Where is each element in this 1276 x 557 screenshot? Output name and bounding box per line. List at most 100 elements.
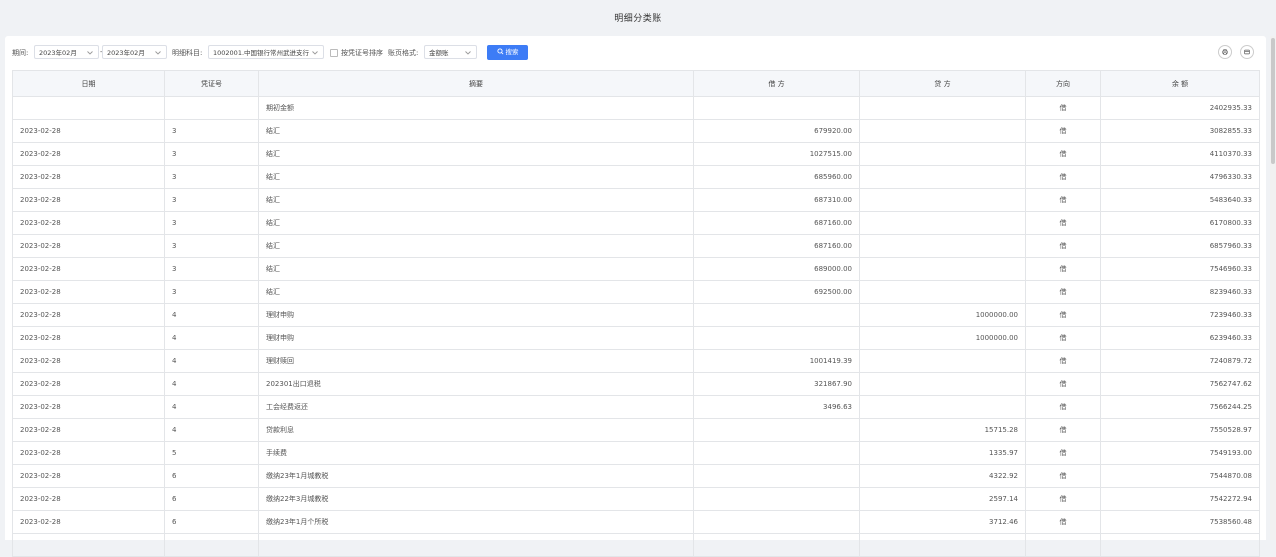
cell-debit: 687160.00 — [693, 211, 860, 235]
cell-credit — [859, 533, 1026, 557]
header-credit: 贷 方 — [859, 70, 1026, 97]
account-select[interactable]: 1002001.中国银行常州武进支行 — [208, 45, 324, 59]
print-button[interactable] — [1218, 45, 1232, 59]
cell-credit: 4322.92 — [859, 464, 1026, 488]
cell-summary: 缴纳23年1月城教税 — [258, 464, 694, 488]
cell-voucher: 6 — [164, 510, 259, 534]
cell-debit: 687310.00 — [693, 188, 860, 212]
cell-debit: 689000.00 — [693, 257, 860, 281]
cell-balance: 7240879.72 — [1100, 349, 1260, 373]
cell-summary: 结汇 — [258, 280, 694, 304]
cell-direction: 借 — [1025, 418, 1101, 442]
cell-voucher: 3 — [164, 234, 259, 258]
table-row[interactable] — [12, 533, 1260, 557]
cell-summary: 工会经费返还 — [258, 395, 694, 419]
table-row[interactable]: 2023-02-28 4 202301出口退税 321867.90 借 7562747.6… — [12, 372, 1260, 396]
cell-direction: 借 — [1025, 211, 1101, 235]
cell-direction: 借 — [1025, 326, 1101, 350]
print-icon — [1222, 49, 1228, 55]
cell-debit — [693, 418, 860, 442]
cell-direction: 借 — [1025, 510, 1101, 534]
cell-summary: 缴纳23年1月个所税 — [258, 510, 694, 534]
table-row[interactable]: 2023-02-28 4 工会经费返还 3496.63 借 7566244.25 — [12, 395, 1260, 419]
table-row[interactable]: 2023-02-28 6 缴纳23年1月城教税 4322.92 借 7544870.08 — [12, 464, 1260, 488]
cell-debit — [693, 96, 860, 120]
table-row[interactable]: 2023-02-28 6 缴纳23年1月个所税 3712.46 借 7538560.48 — [12, 510, 1260, 534]
cell-voucher: 4 — [164, 395, 259, 419]
cell-summary: 202301出口退税 — [258, 372, 694, 396]
table-row[interactable]: 2023-02-28 4 理财申购 1000000.00 借 7239460.33 — [12, 303, 1260, 327]
cell-balance: 3082855.33 — [1100, 119, 1260, 143]
cell-balance: 5483640.33 — [1100, 188, 1260, 212]
cell-balance: 7550528.97 — [1100, 418, 1260, 442]
sort-by-voucher-checkbox[interactable] — [330, 49, 338, 57]
export-button[interactable] — [1240, 45, 1254, 59]
cell-voucher: 3 — [164, 119, 259, 143]
period-from-value: 2023年02月 — [39, 49, 77, 57]
vertical-scrollbar[interactable] — [1270, 36, 1276, 540]
cell-credit — [859, 372, 1026, 396]
cell-debit — [693, 533, 860, 557]
table-row[interactable]: 2023-02-28 5 手续费 1335.97 借 7549193.00 — [12, 441, 1260, 465]
cell-balance: 7239460.33 — [1100, 303, 1260, 327]
cell-voucher: 3 — [164, 257, 259, 281]
cell-summary: 理财赎回 — [258, 349, 694, 373]
format-select[interactable]: 金额账 — [424, 45, 477, 59]
cell-summary: 结汇 — [258, 119, 694, 143]
period-label: 期间: — [12, 49, 29, 57]
cell-balance: 7544870.08 — [1100, 464, 1260, 488]
table-row[interactable]: 2023-02-28 3 结汇 687310.00 借 5483640.33 — [12, 188, 1260, 212]
cell-balance: 6170800.33 — [1100, 211, 1260, 235]
table-row[interactable]: 2023-02-28 3 结汇 692500.00 借 8239460.33 — [12, 280, 1260, 304]
table-row[interactable]: 2023-02-28 4 理财申购 1000000.00 借 6239460.33 — [12, 326, 1260, 350]
cell-voucher: 3 — [164, 211, 259, 235]
table-row[interactable]: 期初金额 借 2402935.33 — [12, 96, 1260, 120]
ledger-table: 日期 凭证号 摘要借 方贷 方方向余 额 期初金额借 2402935.33 2023-0… — [12, 70, 1260, 557]
cell-voucher: 4 — [164, 349, 259, 373]
cell-direction: 借 — [1025, 487, 1101, 511]
search-button[interactable]: 搜索 — [487, 45, 528, 60]
cell-voucher: 6 — [164, 487, 259, 511]
cell-balance: 4796330.33 — [1100, 165, 1260, 189]
period-to-select[interactable]: 2023年02月 — [102, 45, 167, 59]
scrollbar-thumb[interactable] — [1271, 38, 1275, 164]
cell-debit: 1027515.00 — [693, 142, 860, 166]
cell-credit: 2597.14 — [859, 487, 1026, 511]
table-row[interactable]: 2023-02-28 3 结汇 685960.00 借 4796330.33 — [12, 165, 1260, 189]
table-row[interactable]: 2023-02-28 3 结汇 687160.00 借 6170800.33 — [12, 211, 1260, 235]
cell-credit — [859, 142, 1026, 166]
period-to-value: 2023年02月 — [107, 49, 145, 57]
cell-credit — [859, 96, 1026, 120]
cell-voucher: 3 — [164, 188, 259, 212]
page-title: 明细分类账 — [614, 14, 662, 24]
table-row[interactable]: 2023-02-28 3 结汇 687160.00 借 6857960.33 — [12, 234, 1260, 258]
cell-direction: 借 — [1025, 257, 1101, 281]
sort-by-voucher-label: 按凭证号排序 — [341, 49, 383, 57]
cell-voucher: 3 — [164, 165, 259, 189]
filter-toolbar: 期间: 2023年02月 - 2023年02月 明细科目: 1002001.中国… — [5, 36, 1266, 70]
cell-balance: 2402935.33 — [1100, 96, 1260, 120]
table-row[interactable]: 2023-02-28 6 缴纳22年3月城教税 2597.14 借 7542272.94 — [12, 487, 1260, 511]
cell-voucher: 6 — [164, 464, 259, 488]
table-row[interactable]: 2023-02-28 3 结汇 679920.00 借 3082855.33 — [12, 119, 1260, 143]
cell-summary: 结汇 — [258, 188, 694, 212]
table-row[interactable]: 2023-02-28 4 贷款利息 15715.28 借 7550528.97 — [12, 418, 1260, 442]
cell-direction: 借 — [1025, 165, 1101, 189]
cell-voucher: 4 — [164, 326, 259, 350]
cell-direction: 借 — [1025, 188, 1101, 212]
cell-debit: 687160.00 — [693, 234, 860, 258]
cell-balance — [1100, 533, 1260, 557]
cell-date: 2023-02-28 — [12, 165, 165, 189]
cell-summary: 缴纳22年3月城教税 — [258, 487, 694, 511]
cell-credit — [859, 349, 1026, 373]
table-row[interactable]: 2023-02-28 3 结汇 689000.00 借 7546960.33 — [12, 257, 1260, 281]
period-from-select[interactable]: 2023年02月 — [34, 45, 99, 59]
cell-summary — [258, 533, 694, 557]
cell-date: 2023-02-28 — [12, 303, 165, 327]
chevron-down-icon — [87, 51, 93, 55]
table-body: 期初金额借 2402935.33 2023-02-28 3 结汇 679920.00 借 30… — [12, 96, 1260, 557]
cell-balance: 7566244.25 — [1100, 395, 1260, 419]
table-row[interactable]: 2023-02-28 4 理财赎回 1001419.39 借 7240879.72 — [12, 349, 1260, 373]
cell-date: 2023-02-28 — [12, 326, 165, 350]
table-row[interactable]: 2023-02-28 3 结汇 1027515.00 借 4110370.33 — [12, 142, 1260, 166]
